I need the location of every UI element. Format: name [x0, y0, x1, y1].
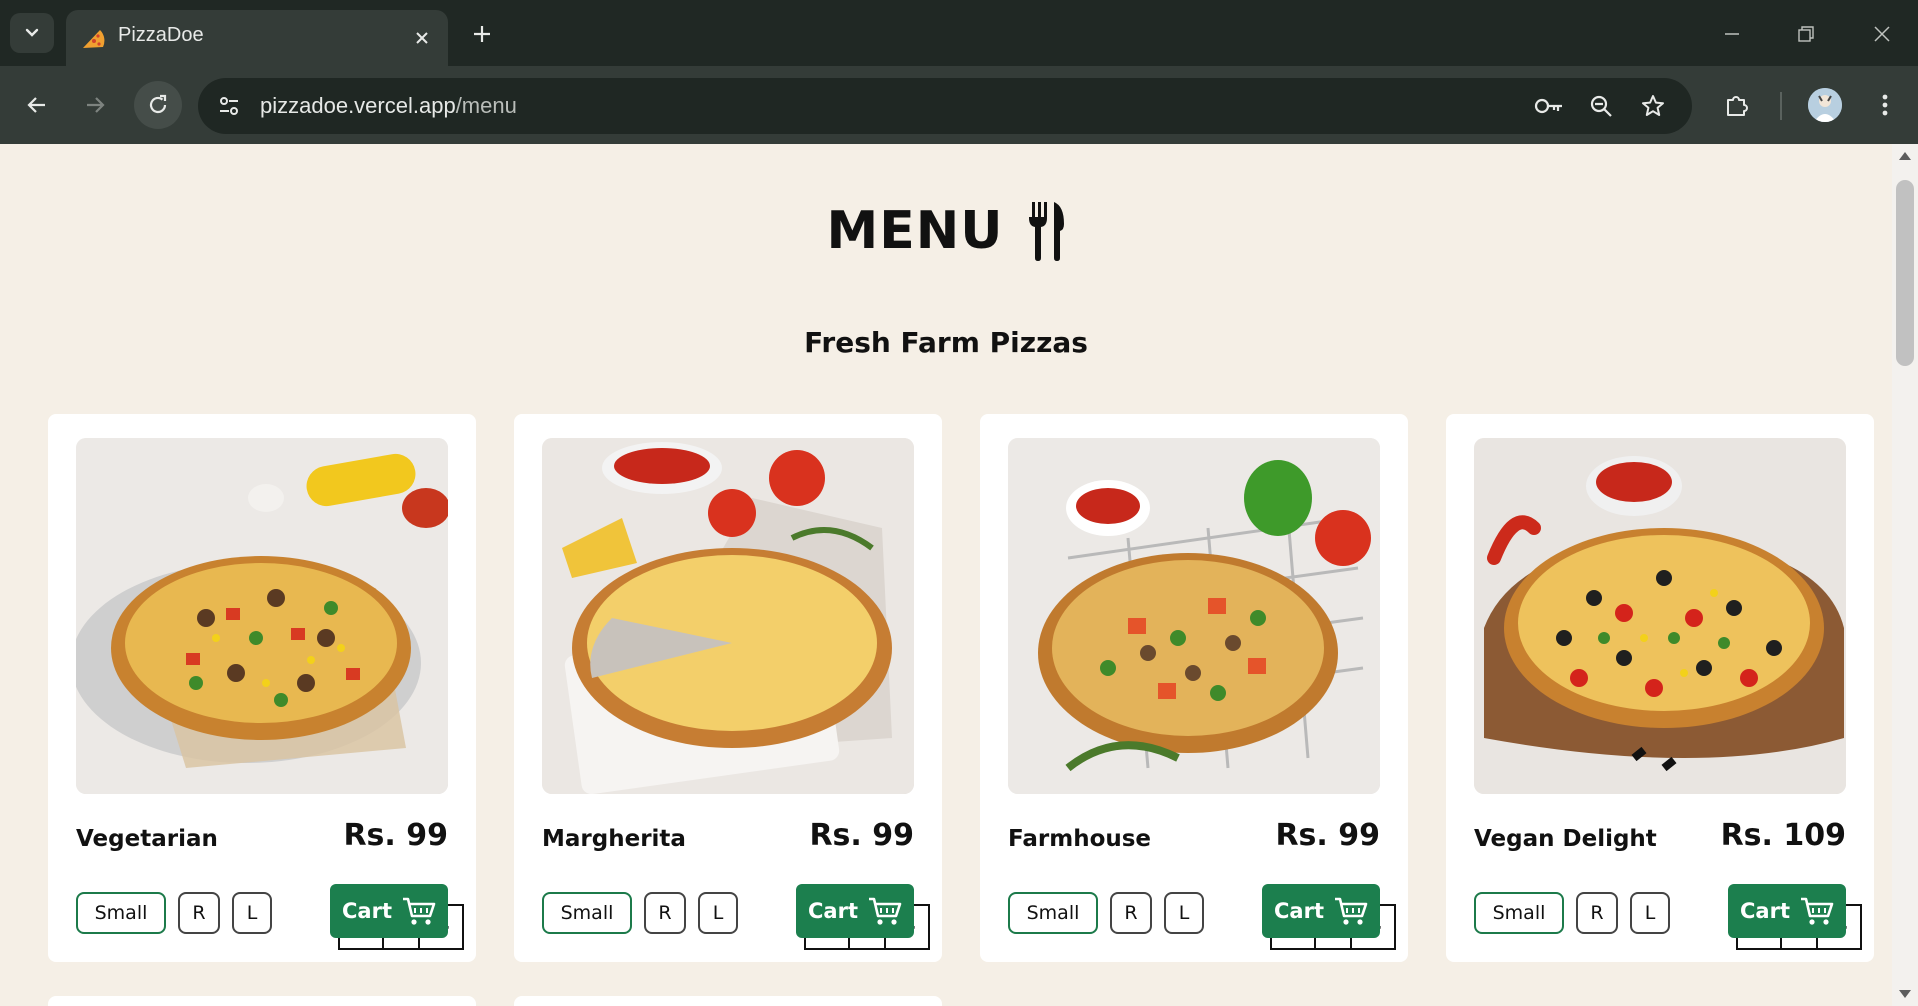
- zoom-button[interactable]: [1584, 90, 1618, 122]
- puzzle-icon: [1727, 96, 1748, 116]
- pizza-favicon-icon: [83, 30, 105, 48]
- pizza-image: [1008, 438, 1380, 794]
- pizza-card-partial: [514, 996, 942, 1006]
- pizza-price: Rs. 99: [343, 818, 448, 853]
- restore-window-button[interactable]: [1784, 14, 1828, 54]
- pizza-name: Vegan Delight: [1474, 826, 1657, 852]
- browser-tab-bar: PizzaDoe: [0, 0, 1918, 66]
- add-to-cart-button[interactable]: Cart: [330, 884, 448, 938]
- size-small-button[interactable]: Small: [76, 892, 166, 934]
- tune-icon: [220, 97, 238, 115]
- add-to-cart-button[interactable]: Cart: [796, 884, 914, 938]
- minimize-window-button[interactable]: [1710, 14, 1754, 54]
- url-text: pizzadoe.vercel.app/menu: [260, 93, 517, 119]
- star-icon: [1642, 95, 1664, 116]
- size-regular-button[interactable]: R: [1576, 892, 1618, 934]
- size-small-button[interactable]: Small: [1474, 892, 1564, 934]
- close-icon: [1874, 26, 1890, 42]
- size-regular-button[interactable]: R: [1110, 892, 1152, 934]
- close-icon: [416, 32, 428, 44]
- pizza-price: Rs. 99: [1275, 818, 1380, 853]
- arrow-left-icon: [27, 97, 45, 113]
- tab-title: PizzaDoe: [118, 24, 204, 46]
- new-tab-button[interactable]: [462, 14, 502, 54]
- password-key-button[interactable]: [1532, 90, 1566, 122]
- minimize-icon: [1725, 33, 1739, 35]
- cart-button-label: Cart: [1274, 899, 1324, 923]
- profile-avatar[interactable]: [1808, 88, 1842, 122]
- cart-icon: [1334, 897, 1368, 925]
- size-regular-button[interactable]: R: [178, 892, 220, 934]
- plus-icon: [474, 26, 490, 42]
- browser-toolbar: pizzadoe.vercel.app/menu: [0, 66, 1918, 144]
- pizza-card-vegan-delight: - 1 + Vegan Delight Rs. 109 Small R L Ca…: [1446, 414, 1874, 962]
- cart-button-label: Cart: [342, 899, 392, 923]
- vegan-delight-pizza-illustration: [1474, 438, 1846, 794]
- section-title: Fresh Farm Pizzas: [804, 326, 1088, 359]
- tab-close-button[interactable]: [408, 24, 436, 52]
- url-host: pizzadoe.vercel.app: [260, 93, 456, 118]
- cart-icon: [402, 897, 436, 925]
- size-large-button[interactable]: L: [232, 892, 272, 934]
- scroll-up-arrow-icon[interactable]: [1899, 152, 1911, 160]
- cart-icon: [868, 897, 902, 925]
- reload-button[interactable]: [134, 81, 182, 129]
- reload-icon: [149, 94, 167, 114]
- bookmark-button[interactable]: [1636, 90, 1670, 122]
- cart-button-label: Cart: [1740, 899, 1790, 923]
- chevron-down-icon: [25, 28, 39, 37]
- vegetarian-pizza-illustration: [76, 438, 448, 794]
- size-regular-button[interactable]: R: [644, 892, 686, 934]
- zoom-out-icon: [1590, 95, 1612, 117]
- pizza-name: Margherita: [542, 826, 686, 852]
- margherita-pizza-illustration: [542, 438, 914, 794]
- page-title: MENU: [826, 201, 1004, 261]
- fork-knife-icon: [1028, 202, 1064, 261]
- pizza-card-partial: [48, 996, 476, 1006]
- pizza-card-farmhouse: - 1 + Farmhouse Rs. 99 Small R L Cart: [980, 414, 1408, 962]
- address-bar[interactable]: pizzadoe.vercel.app/menu: [198, 78, 1692, 134]
- browser-menu-button[interactable]: [1866, 86, 1904, 124]
- pizza-image: [76, 438, 448, 794]
- restore-icon: [1798, 26, 1814, 42]
- pizza-name: Farmhouse: [1008, 826, 1152, 852]
- key-icon: [1534, 98, 1562, 114]
- menu-page: MENU Fresh Farm Pizzas Vegetarian Rs. 99…: [0, 144, 1892, 1006]
- pizza-image: [1474, 438, 1846, 794]
- site-info-button[interactable]: [212, 90, 246, 122]
- pizza-card-margherita: - 1 + Margherita Rs. 99 Small R L Cart: [514, 414, 942, 962]
- back-button[interactable]: [16, 84, 58, 126]
- browser-tab[interactable]: PizzaDoe: [66, 10, 448, 66]
- more-vertical-icon: [1882, 94, 1888, 116]
- size-large-button[interactable]: L: [1630, 892, 1670, 934]
- size-small-button[interactable]: Small: [542, 892, 632, 934]
- close-window-button[interactable]: [1860, 14, 1904, 54]
- add-to-cart-button[interactable]: Cart: [1728, 884, 1846, 938]
- cart-icon: [1800, 897, 1834, 925]
- toolbar-divider: [1780, 92, 1782, 120]
- pizza-name: Vegetarian: [76, 826, 218, 852]
- scrollbar-thumb[interactable]: [1896, 180, 1914, 366]
- page-scrollbar[interactable]: [1892, 144, 1918, 1006]
- menu-heading: MENU: [0, 200, 1892, 262]
- pizza-card-vegetarian: - 1 + Vegetarian Rs. 99 Small R L Cart: [48, 414, 476, 962]
- add-to-cart-button[interactable]: Cart: [1262, 884, 1380, 938]
- size-small-button[interactable]: Small: [1008, 892, 1098, 934]
- profile-avatar-icon: [1808, 88, 1842, 122]
- cart-button-label: Cart: [808, 899, 858, 923]
- pizza-price: Rs. 109: [1720, 818, 1846, 853]
- farmhouse-pizza-illustration: [1008, 438, 1380, 794]
- pizza-image: [542, 438, 914, 794]
- forward-button[interactable]: [74, 84, 116, 126]
- scroll-down-arrow-icon[interactable]: [1899, 990, 1911, 998]
- tab-search-button[interactable]: [10, 13, 54, 53]
- pizza-price: Rs. 99: [809, 818, 914, 853]
- url-path: /menu: [455, 93, 517, 118]
- size-large-button[interactable]: L: [1164, 892, 1204, 934]
- size-large-button[interactable]: L: [698, 892, 738, 934]
- extensions-button[interactable]: [1718, 86, 1756, 124]
- arrow-right-icon: [87, 97, 105, 113]
